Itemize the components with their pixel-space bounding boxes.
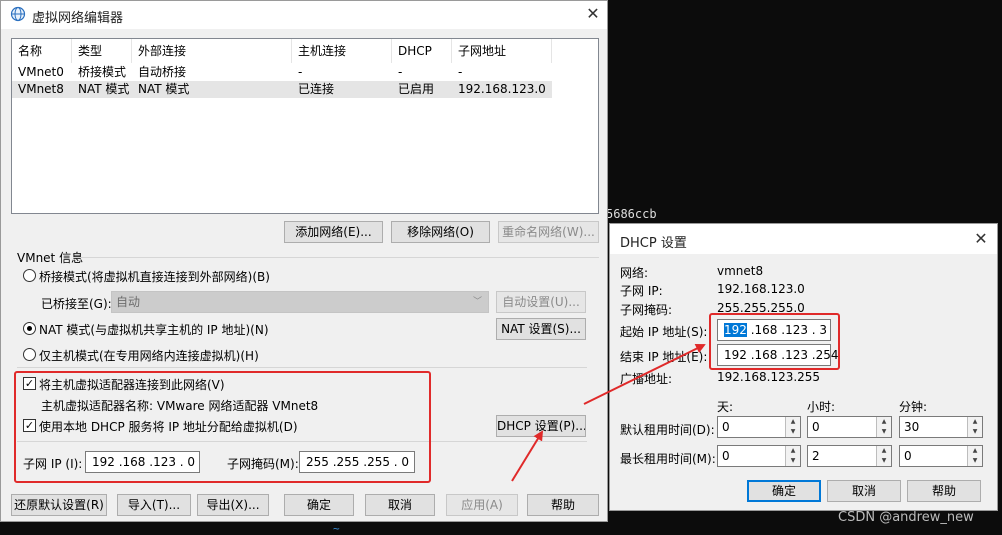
annotation-arrows [511,344,706,482]
annotation-arrow-to-ip-range [583,344,706,405]
annotation-arrow-to-dhcp-button [511,430,544,482]
